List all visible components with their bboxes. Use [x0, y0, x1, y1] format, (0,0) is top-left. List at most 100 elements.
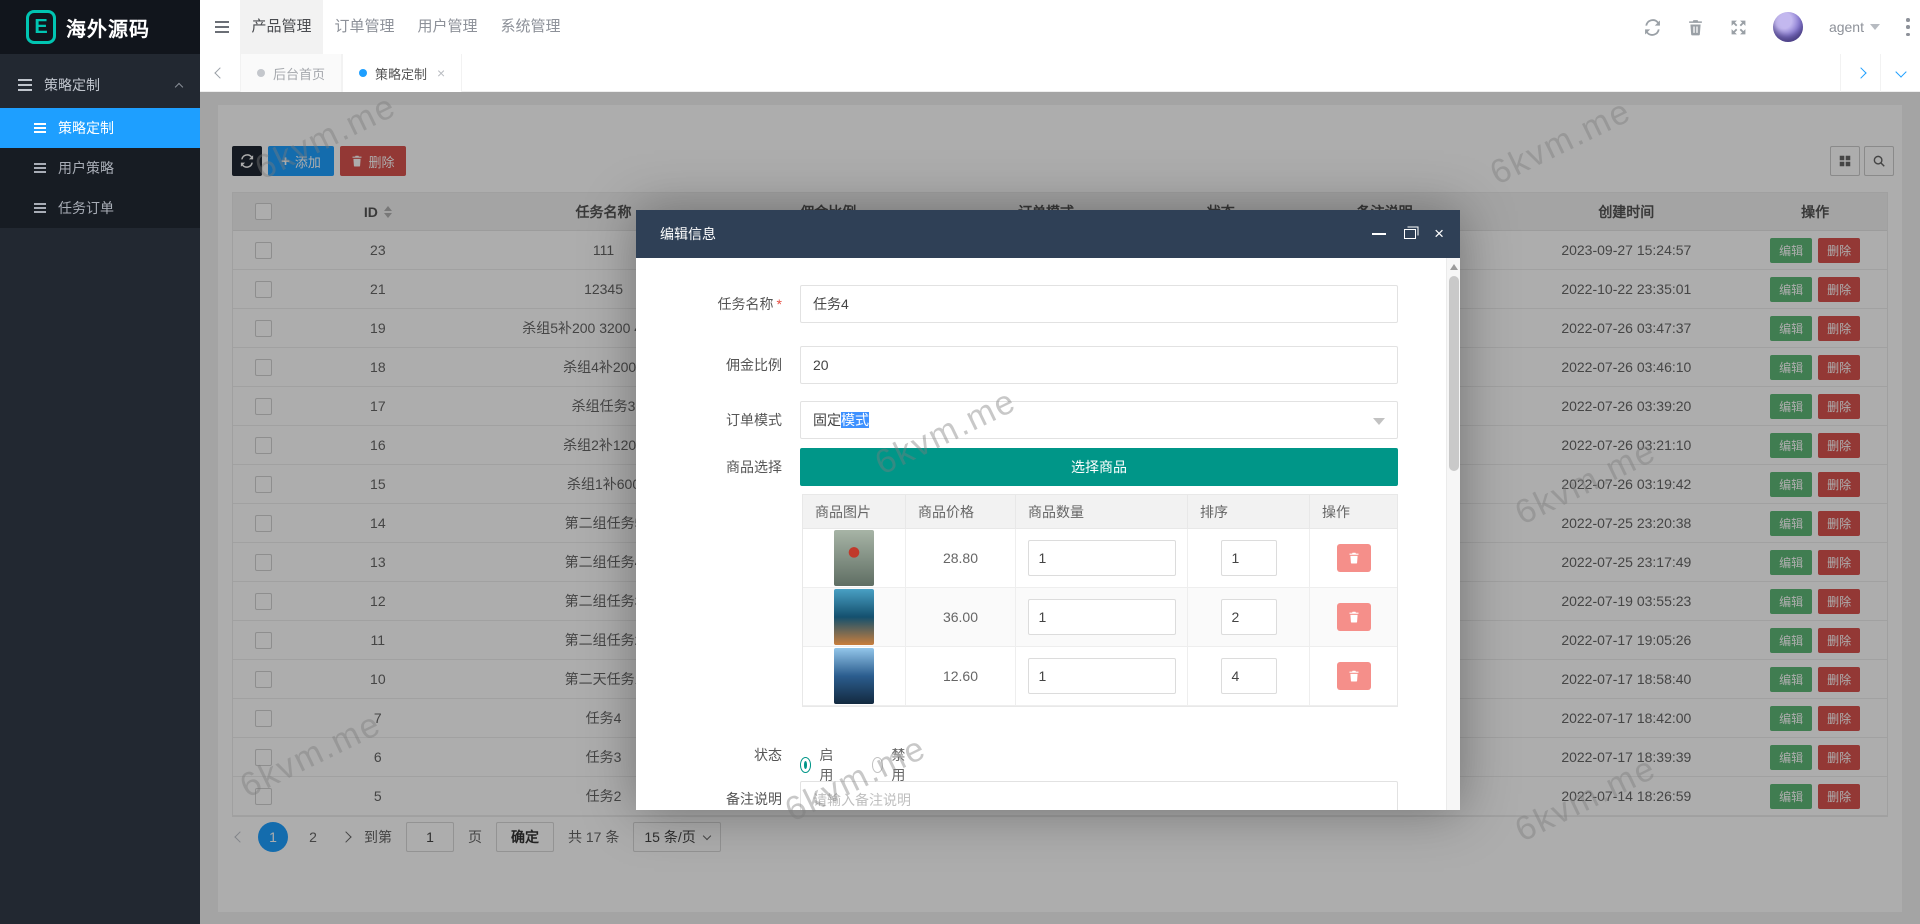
dialog-header[interactable]: 编辑信息 × — [636, 210, 1460, 258]
product-image — [834, 648, 874, 704]
sidebar-item-label: 用户策略 — [58, 160, 114, 176]
product-sort-cell: 2 — [1188, 588, 1310, 647]
quantity-input[interactable]: 1 — [1027, 540, 1176, 576]
scroll-up-icon[interactable] — [1450, 264, 1458, 270]
quantity-input[interactable]: 1 — [1027, 599, 1176, 635]
list-icon — [34, 203, 46, 213]
tabs-menu-button[interactable] — [1880, 54, 1920, 92]
tabs-scroll-right[interactable] — [1840, 54, 1880, 92]
choose-product-button[interactable]: 选择商品 — [800, 448, 1398, 486]
task-name-input[interactable]: 任务4 — [800, 285, 1398, 323]
tab-dot-icon — [257, 69, 265, 77]
user-name: agent — [1828, 19, 1864, 35]
scrollbar-thumb[interactable] — [1449, 276, 1459, 471]
sidebar-group-strategy[interactable]: 策略定制 — [0, 62, 200, 108]
radio-label: 启用 — [819, 747, 834, 783]
topnav-tab-1[interactable]: 订单管理 — [323, 0, 406, 54]
tabs-scroll-left[interactable] — [200, 54, 240, 92]
breadcrumb: 后台首页 策略定制 × — [240, 54, 463, 92]
dialog-title: 编辑信息 — [660, 226, 716, 242]
radio-label: 禁用 — [891, 747, 906, 783]
sort-input[interactable]: 4 — [1220, 658, 1277, 694]
sort-input[interactable]: 2 — [1220, 599, 1277, 635]
product-image-cell — [803, 529, 906, 588]
product-column-header-0: 商品图片 — [803, 495, 906, 529]
product-price-cell: 12.60 — [906, 647, 1016, 706]
order-mode-select[interactable]: 固定模式 — [800, 401, 1398, 439]
product-table-header: 商品图片 商品价格 商品数量 排序 操作 — [803, 495, 1397, 529]
maximize-button[interactable] — [1404, 210, 1416, 258]
sidebar-item-label: 策略定制 — [58, 120, 114, 136]
minimize-button[interactable] — [1372, 210, 1386, 258]
chevron-up-icon — [174, 82, 184, 92]
delete-product-button[interactable] — [1336, 662, 1371, 690]
product-actions-cell — [1310, 529, 1397, 588]
product-image — [834, 530, 874, 586]
quantity-input[interactable]: 1 — [1027, 658, 1176, 694]
tabs-controls — [1840, 54, 1920, 92]
field-label: 备注说明 — [726, 791, 782, 807]
sidebar-item-0[interactable]: 策略定制 — [0, 108, 200, 148]
menu-bars-icon — [215, 21, 229, 33]
sidebar-group-label: 策略定制 — [44, 77, 100, 93]
list-icon — [34, 123, 46, 133]
remark-textarea[interactable]: 请输入备注说明 — [800, 781, 1398, 810]
more-menu-icon[interactable] — [1906, 18, 1910, 36]
product-column-header-4: 操作 — [1310, 495, 1397, 529]
dialog-scrollbar[interactable] — [1446, 258, 1460, 810]
close-tab-icon[interactable]: × — [437, 65, 445, 81]
top-nav: 产品管理 订单管理 用户管理 系统管理 — [240, 0, 572, 54]
sidebar-submenu: 策略定制用户策略任务订单 — [0, 108, 200, 228]
sort-input[interactable]: 1 — [1220, 540, 1277, 576]
selected-text: 模式 — [841, 412, 869, 428]
sidebar-item-1[interactable]: 用户策略 — [0, 148, 200, 188]
app-logo: E 海外源码 — [0, 0, 200, 54]
dialog-body: 任务名称 * 任务4 佣金比例 20 订单模式 固定模式 商品选择 选择商品 商品… — [636, 258, 1460, 810]
field-label: 状态 — [754, 747, 782, 763]
product-quantity-cell: 1 — [1016, 588, 1188, 647]
field-label: 商品选择 — [726, 459, 782, 475]
delete-product-button[interactable] — [1336, 603, 1371, 631]
commission-input[interactable]: 20 — [800, 346, 1398, 384]
trash-icon — [1349, 611, 1358, 623]
user-avatar[interactable] — [1772, 12, 1803, 42]
chevron-down-icon — [1870, 24, 1880, 30]
order-mode-value: 固定 — [813, 412, 841, 428]
product-column-header-2: 商品数量 — [1016, 495, 1188, 529]
fullscreen-icon[interactable] — [1730, 19, 1747, 36]
close-icon[interactable]: × — [1434, 210, 1444, 258]
tab-label: 后台首页 — [273, 66, 326, 82]
product-image — [834, 589, 874, 645]
radio-icon[interactable] — [800, 757, 812, 773]
breadcrumb-tab-1[interactable]: 策略定制 × — [342, 54, 463, 92]
select-caret-icon — [1373, 418, 1385, 425]
chevron-right-icon — [1854, 67, 1867, 79]
sidebar: 策略定制 策略定制用户策略任务订单 — [0, 54, 200, 924]
trash-icon[interactable] — [1687, 19, 1704, 36]
trash-icon — [1349, 552, 1358, 564]
product-column-header-1: 商品价格 — [906, 495, 1016, 529]
product-sort-cell: 4 — [1188, 647, 1310, 706]
radio-option-0[interactable]: 启用 — [800, 745, 838, 785]
user-menu[interactable]: agent — [1829, 19, 1880, 35]
breadcrumb-bar: 后台首页 策略定制 × — [200, 54, 1920, 92]
product-quantity-cell: 1 — [1016, 647, 1188, 706]
delete-product-button[interactable] — [1336, 544, 1371, 572]
topnav-tab-0[interactable]: 产品管理 — [240, 0, 323, 54]
refresh-icon[interactable] — [1644, 18, 1661, 36]
product-actions-cell — [1310, 588, 1397, 647]
product-price-cell: 28.80 — [906, 529, 1016, 588]
list-icon — [18, 79, 32, 91]
product-image-cell — [803, 647, 906, 706]
topnav-tab-2[interactable]: 用户管理 — [406, 0, 489, 54]
sidebar-item-2[interactable]: 任务订单 — [0, 188, 200, 228]
topnav-tab-3[interactable]: 系统管理 — [489, 0, 572, 54]
field-label: 佣金比例 — [726, 357, 782, 373]
radio-icon[interactable] — [872, 757, 884, 773]
sidebar-collapse-icon[interactable] — [200, 0, 244, 54]
list-icon — [34, 163, 46, 173]
breadcrumb-tab-0[interactable]: 后台首页 — [240, 54, 343, 92]
radio-option-1[interactable]: 禁用 — [872, 745, 910, 785]
product-column-header-3: 排序 — [1188, 495, 1310, 529]
app-title: 海外源码 — [66, 18, 150, 41]
